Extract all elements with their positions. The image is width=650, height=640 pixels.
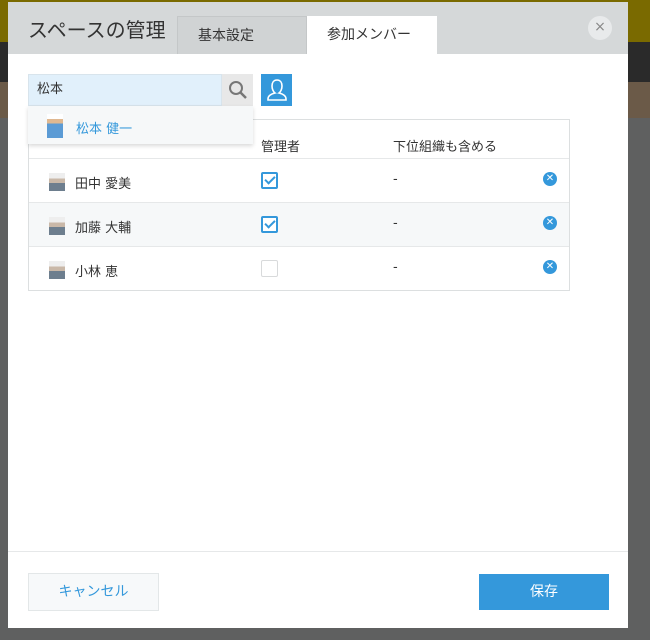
avatar [49, 261, 65, 279]
admin-checkbox[interactable] [261, 216, 278, 233]
search-icon [228, 81, 247, 99]
suggestion-name: 松本 健一 [76, 122, 133, 137]
avatar [49, 173, 65, 191]
member-name: 加藤 大輔 [75, 221, 132, 236]
cancel-button[interactable]: キャンセル [28, 573, 159, 611]
members-table: 管理者 下位組織も含める 田中 愛美 - ✕ 加藤 大輔 - ✕ 小林 恵 - … [28, 119, 570, 291]
remove-member-icon[interactable]: ✕ [543, 260, 557, 274]
footer-divider [8, 551, 628, 552]
suggestion-item[interactable]: 松本 健一 [28, 106, 253, 144]
tab-basic-settings[interactable]: 基本設定 [177, 16, 307, 54]
member-name: 小林 恵 [75, 265, 119, 280]
select-user-button[interactable] [261, 74, 292, 106]
table-row: 田中 愛美 - ✕ [29, 158, 569, 202]
dialog-title: スペースの管理 [28, 18, 166, 42]
dialog-header: スペースの管理 基本設定 参加メンバー × [8, 2, 628, 54]
table-row: 加藤 大輔 - ✕ [29, 202, 569, 246]
include-sub-value: - [393, 172, 398, 187]
column-header-include-sub: 下位組織も含める [393, 140, 498, 155]
close-button[interactable]: × [588, 16, 612, 40]
member-name: 田中 愛美 [75, 177, 132, 192]
close-icon: × [594, 19, 606, 35]
admin-checkbox[interactable] [261, 172, 278, 189]
search-suggestion-dropdown: 松本 健一 [28, 106, 253, 144]
member-search-input[interactable]: 松本 [28, 74, 222, 106]
include-sub-value: - [393, 260, 398, 275]
space-management-dialog: スペースの管理 基本設定 参加メンバー × 松本 管理者 下位組織も含める 田中… [8, 2, 628, 628]
admin-checkbox[interactable] [261, 260, 278, 277]
include-sub-value: - [393, 216, 398, 231]
user-icon [266, 79, 287, 101]
search-button[interactable] [222, 74, 253, 106]
remove-member-icon[interactable]: ✕ [543, 172, 557, 186]
table-row: 小林 恵 - ✕ [29, 246, 569, 290]
save-button[interactable]: 保存 [479, 574, 609, 610]
avatar [49, 217, 65, 235]
tab-members[interactable]: 参加メンバー [307, 16, 437, 54]
column-header-admin: 管理者 [261, 140, 301, 155]
avatar [47, 114, 63, 138]
remove-member-icon[interactable]: ✕ [543, 216, 557, 230]
